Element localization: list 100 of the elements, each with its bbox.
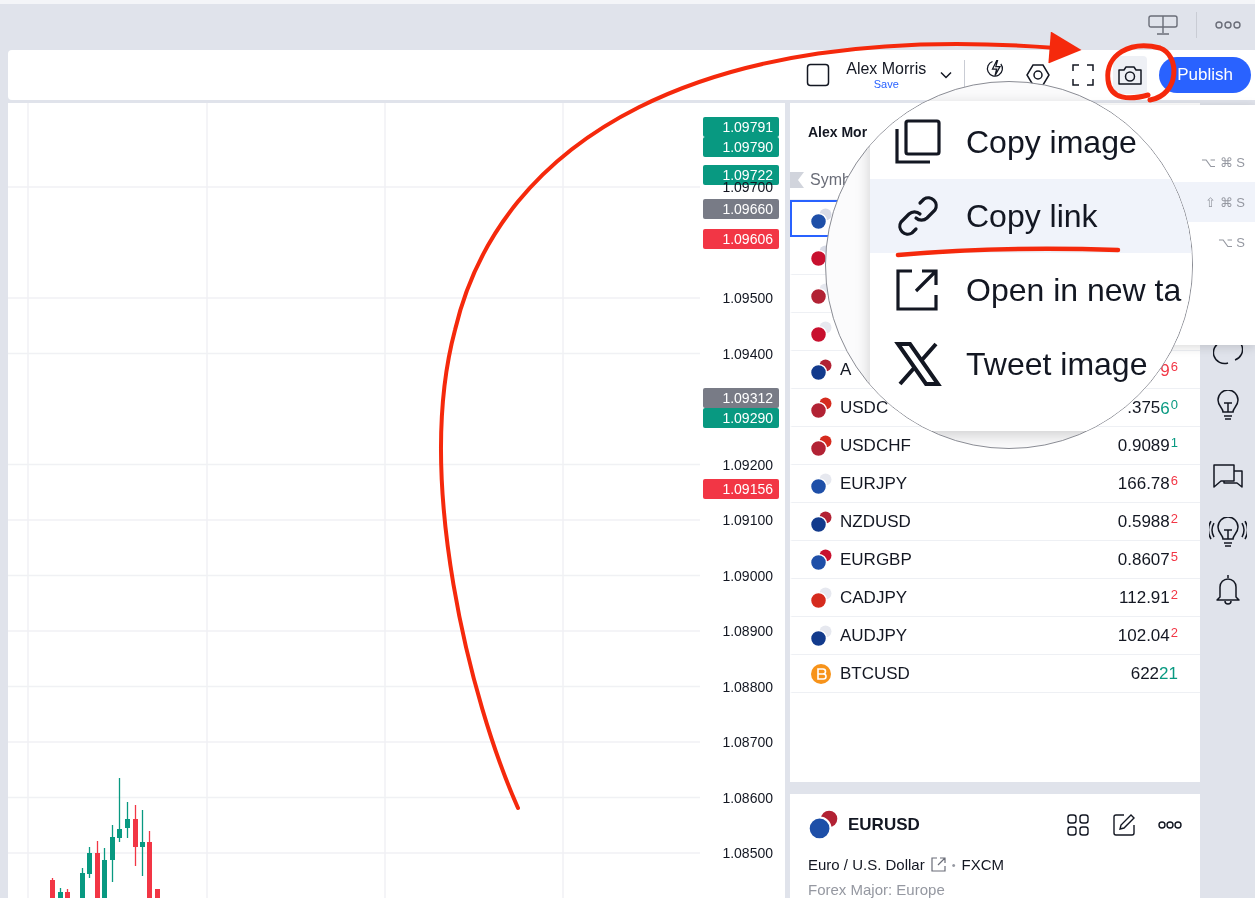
caret-icon[interactable] [940,71,953,79]
price-tick-label: 1.08900 [722,622,773,640]
watchlist-row[interactable]: AUDJPY 102.04$^{2}$ [790,617,1200,655]
price-change-digits: 2 [1170,625,1178,642]
price-change-digits: 1 [1169,435,1178,452]
symbol-text: CADJPY [840,588,908,608]
price-badge: 1.09606 [703,229,779,250]
exchange-name: FXCM [961,856,1005,873]
candle [125,801,130,839]
symbol-text: NZDUSD [840,512,911,532]
currency-flag-icon [810,359,832,381]
watchlist-row[interactable]: NZDUSD 0.5988$^{2}$ [790,503,1200,541]
symbol-text: BTCUSD [840,664,910,684]
separator-dot: • [951,858,956,871]
symbol-text: AUDJPY [840,626,908,646]
price-change-digits: 6 [1169,473,1178,490]
price-tick-label: 1.08500 [722,844,773,862]
currency-flag-icon [810,587,832,609]
currency-flag-icon [810,321,832,343]
watchlist-row[interactable]: EURJPY 166.78$^{6}$ [790,465,1200,503]
price-change-digits: 5 [1169,549,1178,566]
x-logo-icon [894,341,942,387]
price-text: .375 [1127,398,1161,418]
price-change-digits: 21 [1159,664,1178,684]
price-text: 102.04 [1117,626,1170,646]
menu-item[interactable]: Open in new ta [870,253,1182,327]
candle [140,809,145,877]
price-change-digits: 2 [1169,587,1178,604]
symbol-text: USDC [840,398,889,418]
broadcast-lightbulb-icon[interactable] [1208,517,1247,549]
price-text: 0.9089 [1117,436,1170,456]
camera-icon [1117,64,1144,86]
candle [50,877,55,898]
layout-icon[interactable] [806,63,831,87]
currency-flag-icon [810,397,832,419]
layout-name[interactable]: Alex Morris [846,59,927,78]
currency-flag-icon [810,663,832,685]
candle [102,847,107,898]
symbol-category: Forex Major: Europe [808,881,946,898]
price-badge: 1.09791 [703,116,779,137]
currency-flag-icon [808,810,838,840]
save-link[interactable]: Save [873,77,899,91]
candle [58,887,63,898]
price-text: 622 [1130,664,1160,684]
price-change-digits: 6$^{0}$ [1160,397,1178,419]
copy-icon [894,119,942,165]
menu-item[interactable]: Copy image [870,105,1137,179]
symbol-text: USDCHF [840,436,911,456]
candle [87,846,92,879]
candle [65,888,70,898]
price-tick-label: 1.09400 [722,344,773,363]
symbol-description: Euro / U.S. Dollar [808,856,925,873]
edit-icon[interactable] [1112,813,1136,837]
shortcut-text: ⌥ S [1217,234,1245,250]
price-badge: 1.09660 [703,199,779,220]
snapshot-button[interactable] [1113,56,1148,94]
price-change-digits: 9$^{6}$ [1160,359,1178,381]
currency-flag-icon [810,473,832,495]
external-link-icon[interactable] [930,857,946,872]
price-badge: 1.09312 [703,388,779,409]
symbol-text: A [840,360,852,380]
price-text: 0.8607 [1117,550,1170,570]
price-tick-label: 1.09200 [722,455,773,474]
fullscreen-icon[interactable] [1071,63,1096,87]
price-tick-label: 1.08600 [722,788,773,807]
price-text: 112.91 [1119,588,1170,608]
symbol-title: EURUSD [848,815,920,835]
watchlist-row[interactable]: EURGBP 0.8607$^{5}$ [790,541,1200,579]
candle [95,840,100,898]
lightning-icon[interactable] [985,58,1006,80]
price-text: 0.5988 [1117,512,1170,532]
symbol-text: EURGBP [840,550,912,570]
price-tick-label: 1.09500 [722,289,773,307]
monitor-icon[interactable] [1148,14,1178,36]
currency-flag-icon [810,549,832,571]
price-badge: 1.09156 [703,478,779,499]
price-badge: 1.09290 [703,408,779,429]
menu-item[interactable]: Copy link [870,179,1192,253]
price-tick-label: 1.08700 [722,733,773,751]
flag-icon [790,172,804,188]
watchlist-title[interactable]: Alex Mor [808,124,868,140]
candle [110,824,115,883]
candle [133,804,138,867]
price-tick-label: 1.08800 [722,677,773,696]
price-change-digits: 2 [1169,511,1178,528]
candle [117,777,122,843]
grid-icon[interactable] [1066,813,1090,837]
currency-flag-icon [810,435,832,457]
candle [147,830,152,898]
candle [155,888,160,898]
currency-flag-icon [810,511,832,533]
symbol-text: EURJPY [840,474,908,494]
watchlist-row[interactable]: BTCUSD 62221 [790,655,1200,693]
more-icon[interactable] [1158,821,1182,829]
publish-button[interactable]: Publish [1159,57,1251,93]
currency-flag-icon [810,625,832,647]
menu-item[interactable]: Tweet image [870,327,1148,401]
price-text: 166.78 [1117,474,1170,494]
price-tick-label: 1.09000 [722,566,773,585]
watchlist-row[interactable]: CADJPY 112.91$^{2}$ [790,579,1200,617]
